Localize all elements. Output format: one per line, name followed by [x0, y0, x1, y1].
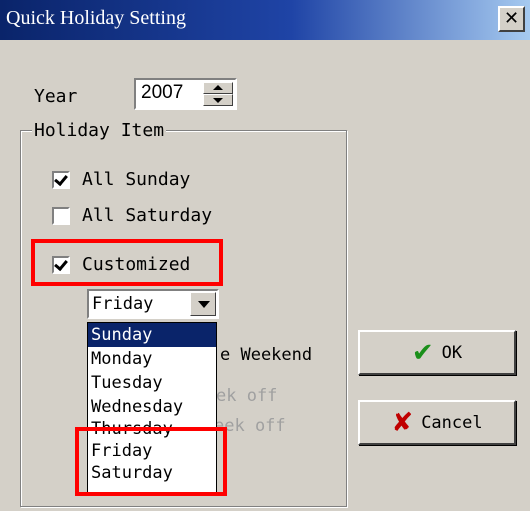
window-title: Quick Holiday Setting — [6, 7, 186, 29]
checkmark-icon: ✔ — [411, 337, 434, 368]
dropdown-option-tuesday[interactable]: Tuesday — [88, 371, 216, 395]
spin-down-button[interactable] — [203, 94, 233, 106]
ok-label: OK — [441, 342, 463, 363]
day-select-value: Friday — [92, 294, 154, 314]
spin-up-button[interactable] — [203, 82, 233, 94]
day-select[interactable]: Friday — [87, 289, 219, 319]
cancel-label: Cancel — [421, 412, 483, 433]
chevron-down-icon[interactable] — [190, 292, 216, 316]
close-icon: ✕ — [503, 8, 520, 29]
checkbox-unchecked-icon[interactable] — [52, 206, 70, 225]
highlight-box-friday — [75, 427, 227, 496]
cancel-button[interactable]: ✘ Cancel — [358, 400, 516, 445]
dropdown-option-wednesday[interactable]: Wednesday — [88, 395, 216, 419]
x-icon: ✘ — [391, 407, 414, 438]
weekend-text: e Weekend — [220, 345, 313, 365]
all-sunday-label: All Sunday — [82, 169, 191, 190]
all-saturday-label: All Saturday — [82, 205, 213, 226]
highlight-box-customized — [31, 239, 223, 286]
year-value[interactable]: 2007 — [141, 82, 183, 104]
spinner-buttons — [203, 82, 233, 106]
year-spinner[interactable]: 2007 — [134, 78, 237, 110]
dropdown-option-monday[interactable]: Monday — [88, 347, 216, 371]
checkbox-checked-icon[interactable] — [52, 170, 70, 189]
all-sunday-checkbox[interactable]: All Sunday — [52, 169, 190, 190]
all-saturday-checkbox[interactable]: All Saturday — [52, 205, 212, 226]
year-label: Year — [34, 86, 78, 107]
week-off-text-1: ek off — [216, 386, 278, 406]
dropdown-option-sunday[interactable]: Sunday — [88, 323, 216, 347]
title-bar: Quick Holiday Setting ✕ — [0, 0, 530, 40]
close-button[interactable]: ✕ — [498, 6, 525, 32]
ok-button[interactable]: ✔ OK — [358, 330, 516, 375]
holiday-item-legend: Holiday Item — [32, 120, 167, 141]
